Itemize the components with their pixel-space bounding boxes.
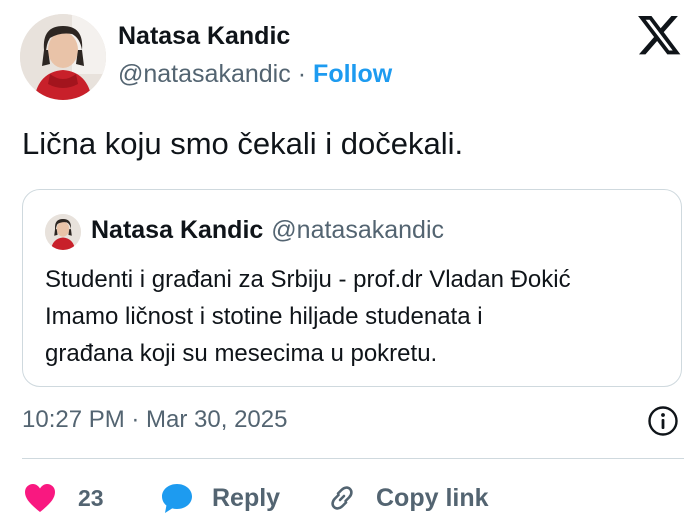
reply-button[interactable]: Reply <box>160 478 280 518</box>
quote-author-handle: @natasakandic <box>271 216 445 244</box>
info-icon[interactable] <box>647 405 679 437</box>
speech-bubble-icon <box>162 484 192 513</box>
tweet-embed-card: Natasa Kandic @natasakandic · Follow Lična… <box>0 0 699 528</box>
like-count: 23 <box>78 484 104 511</box>
separator-dot: · <box>297 60 307 88</box>
reply-label: Reply <box>212 483 281 512</box>
quoted-tweet[interactable]: Natasa Kandic @natasakandic Studenti i gr… <box>22 189 682 387</box>
quote-line: Imamo ličnost i stotine hiljade studenat… <box>45 303 483 330</box>
divider <box>22 458 684 459</box>
x-logo-icon[interactable] <box>638 16 682 58</box>
tweet-text: Lična koju smo čekali i dočekali. <box>22 126 464 161</box>
link-icon <box>331 486 353 510</box>
quote-author-avatar <box>45 214 81 250</box>
author-handle[interactable]: @natasakandic <box>118 60 291 88</box>
copy-link-button[interactable]: Copy link <box>326 478 489 518</box>
quote-line: Studenti i građani za Srbiju - prof.dr V… <box>45 266 571 293</box>
quote-text: Studenti i građani za Srbiju - prof.dr V… <box>45 261 665 372</box>
quote-line: građana koji su mesecima u pokretu. <box>45 340 438 367</box>
quote-author-name: Natasa Kandic <box>91 216 264 244</box>
quote-header: Natasa Kandic @natasakandic <box>91 216 444 245</box>
author-handle-line: @natasakandic · Follow <box>118 60 392 89</box>
tweet-timestamp[interactable]: 10:27 PM · Mar 30, 2025 <box>22 406 287 434</box>
follow-button[interactable]: Follow <box>313 60 392 88</box>
avatar-image <box>20 14 106 100</box>
author-avatar[interactable] <box>20 14 106 100</box>
heart-icon <box>25 484 55 512</box>
quote-avatar-image <box>45 214 81 250</box>
like-button[interactable]: 23 <box>24 478 104 518</box>
author-name[interactable]: Natasa Kandic <box>118 22 290 51</box>
copy-link-label: Copy link <box>376 483 489 512</box>
